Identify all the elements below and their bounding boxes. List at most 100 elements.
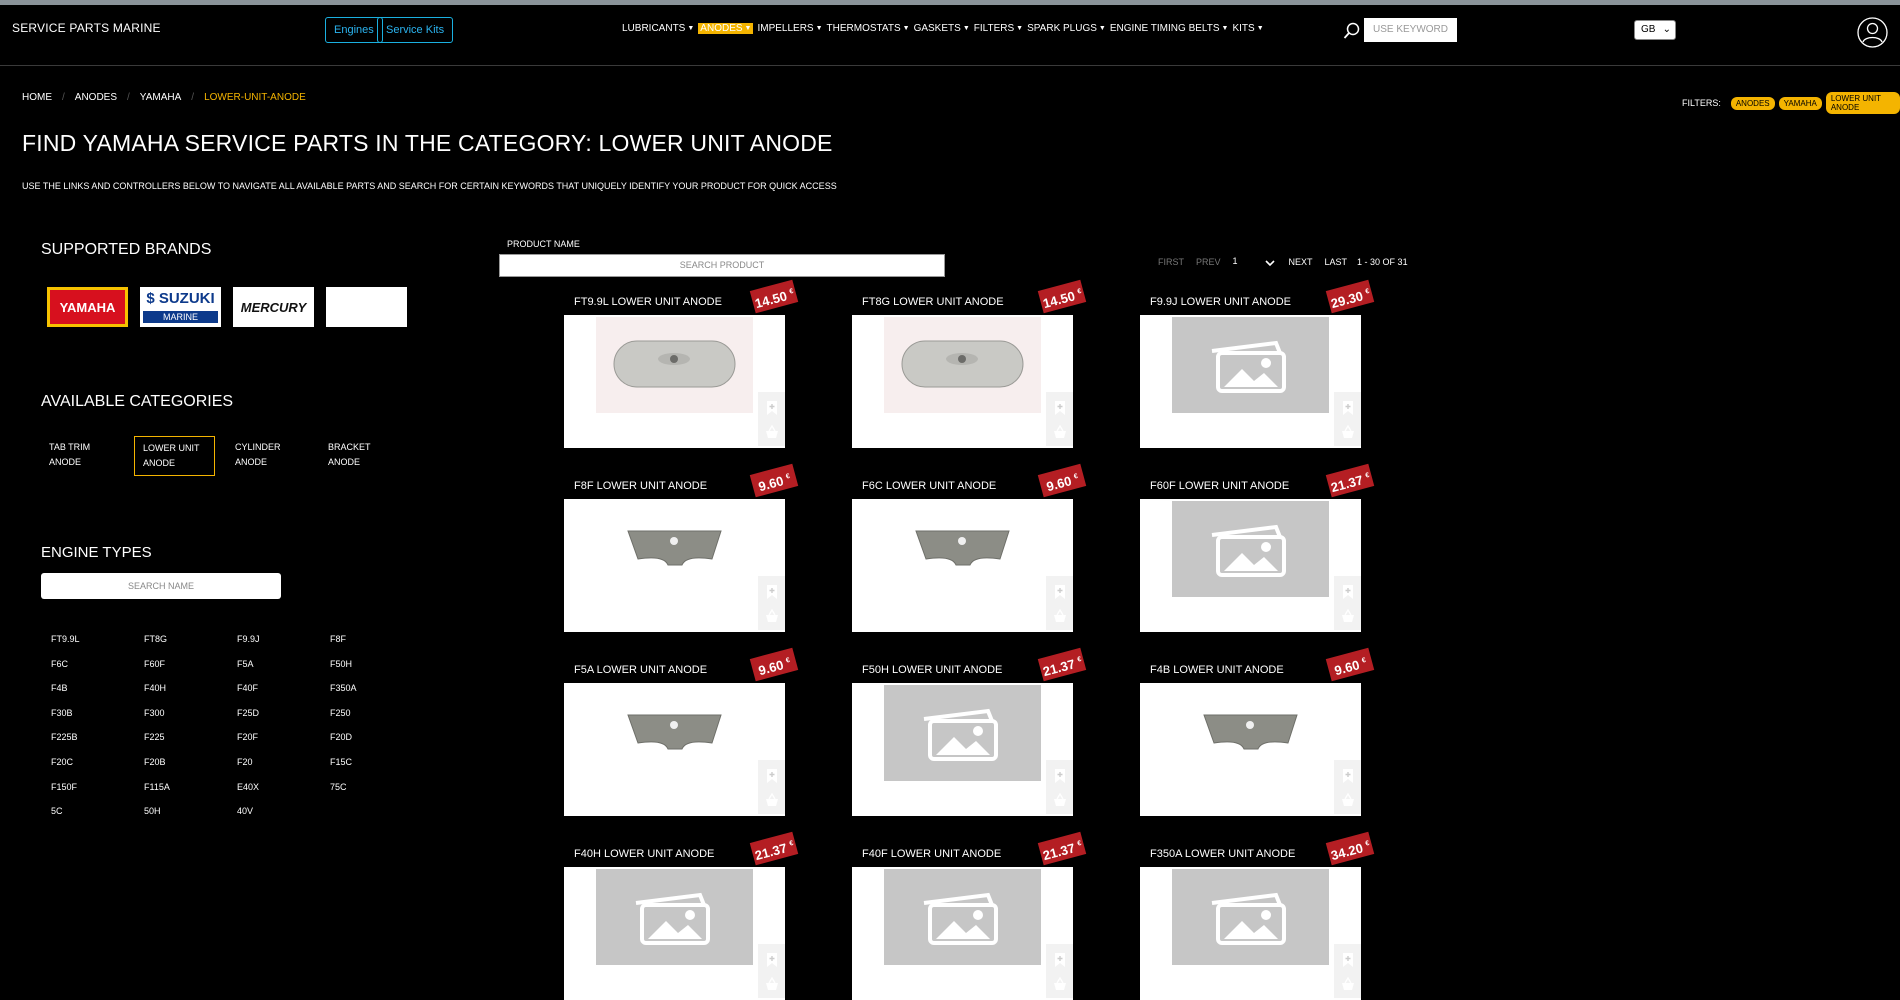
first-page-link[interactable]: FIRST (1158, 257, 1184, 267)
product-image[interactable] (596, 685, 753, 781)
engine-type-link[interactable]: FT8G (144, 634, 237, 644)
product-image-box[interactable] (1140, 683, 1361, 816)
menu-item-gaskets[interactable]: GASKETS ▼ (914, 23, 970, 34)
basket-icon[interactable] (764, 792, 780, 808)
engine-type-link[interactable]: F6C (51, 659, 144, 669)
product-image-box[interactable] (852, 683, 1073, 816)
menu-item-filters[interactable]: FILTERS ▼ (974, 23, 1023, 34)
bookmark-icon[interactable] (1052, 400, 1068, 416)
product-name[interactable]: FT9.9L LOWER UNIT ANODE (574, 296, 722, 308)
product-name[interactable]: F5A LOWER UNIT ANODE (574, 664, 707, 676)
product-image-box[interactable] (1140, 867, 1361, 1000)
product-image-box[interactable] (852, 315, 1073, 448)
menu-item-thermostats[interactable]: THERMOSTATS ▼ (827, 23, 910, 34)
basket-icon[interactable] (1340, 976, 1356, 992)
engine-type-link[interactable]: F40F (237, 683, 330, 693)
basket-icon[interactable] (1052, 792, 1068, 808)
menu-item-impellers[interactable]: IMPELLERS ▼ (757, 23, 822, 34)
product-name[interactable]: F60F LOWER UNIT ANODE (1150, 480, 1289, 492)
product-search-input[interactable]: SEARCH PRODUCT (499, 254, 945, 277)
page-select[interactable]: 1 (1233, 256, 1275, 267)
product-name[interactable]: F4B LOWER UNIT ANODE (1150, 664, 1284, 676)
blank-brand-logo[interactable] (326, 287, 407, 327)
mercury-logo[interactable]: MERCURY (233, 287, 314, 327)
engine-type-link[interactable]: 5C (51, 806, 144, 816)
engine-type-link[interactable]: F20D (330, 732, 423, 742)
product-name[interactable]: F50H LOWER UNIT ANODE (862, 664, 1002, 676)
language-select[interactable]: GB ⌄ (1634, 20, 1676, 40)
filter-chip[interactable]: YAMAHA (1778, 96, 1822, 110)
bookmark-icon[interactable] (1052, 952, 1068, 968)
category-item[interactable]: BRACKET ANODE (320, 436, 401, 476)
basket-icon[interactable] (1052, 976, 1068, 992)
breadcrumb-item[interactable]: ANODES (75, 92, 117, 103)
category-item[interactable]: LOWER UNIT ANODE (134, 436, 215, 476)
product-image-box[interactable] (564, 499, 785, 632)
engine-type-link[interactable]: 75C (330, 782, 423, 792)
bookmark-icon[interactable] (1340, 584, 1356, 600)
engine-type-link[interactable]: F20 (237, 757, 330, 767)
engine-type-link[interactable]: F20B (144, 757, 237, 767)
basket-icon[interactable] (1340, 608, 1356, 624)
bookmark-icon[interactable] (764, 952, 780, 968)
product-image[interactable] (884, 317, 1041, 413)
product-image-box[interactable] (852, 499, 1073, 632)
search-icon[interactable] (1343, 22, 1361, 40)
engine-type-link[interactable]: F9.9J (237, 634, 330, 644)
breadcrumb-item[interactable]: HOME (22, 92, 52, 103)
suzuki-logo[interactable]: $ SUZUKI MARINE (140, 287, 221, 327)
basket-icon[interactable] (1052, 424, 1068, 440)
category-item[interactable]: TAB TRIM ANODE (41, 436, 122, 476)
keyword-input[interactable]: USE KEYWORD (1364, 18, 1457, 42)
engine-type-link[interactable]: F225B (51, 732, 144, 742)
breadcrumb-item[interactable]: LOWER-UNIT-ANODE (204, 92, 306, 103)
engine-type-link[interactable]: F60F (144, 659, 237, 669)
menu-item-kits[interactable]: KITS ▼ (1232, 23, 1263, 34)
last-page-link[interactable]: LAST (1325, 257, 1348, 267)
basket-icon[interactable] (1340, 792, 1356, 808)
engine-type-link[interactable]: F30B (51, 708, 144, 718)
product-image-box[interactable] (1140, 499, 1361, 632)
engine-type-link[interactable]: 40V (237, 806, 330, 816)
basket-icon[interactable] (1340, 424, 1356, 440)
site-brand[interactable]: SERVICE PARTS MARINE (12, 21, 161, 35)
image-placeholder-icon[interactable] (596, 869, 753, 965)
engine-type-link[interactable]: 50H (144, 806, 237, 816)
product-image-box[interactable] (564, 683, 785, 816)
menu-item-anodes[interactable]: ANODES ▼ (698, 23, 754, 34)
bookmark-icon[interactable] (764, 584, 780, 600)
product-image-box[interactable] (1140, 315, 1361, 448)
engine-type-link[interactable]: F300 (144, 708, 237, 718)
bookmark-icon[interactable] (1340, 952, 1356, 968)
bookmark-icon[interactable] (1340, 768, 1356, 784)
engine-type-link[interactable]: F8F (330, 634, 423, 644)
filter-chip[interactable]: LOWER UNIT ANODE (1825, 92, 1900, 114)
product-image-box[interactable] (564, 315, 785, 448)
user-account-icon[interactable] (1857, 17, 1888, 48)
breadcrumb-item[interactable]: YAMAHA (140, 92, 182, 103)
bookmark-icon[interactable] (1052, 584, 1068, 600)
image-placeholder-icon[interactable] (1172, 501, 1329, 597)
product-name[interactable]: F8F LOWER UNIT ANODE (574, 480, 707, 492)
engine-type-link[interactable]: F225 (144, 732, 237, 742)
category-item[interactable]: CYLINDER ANODE (227, 436, 308, 476)
product-name[interactable]: F350A LOWER UNIT ANODE (1150, 848, 1295, 860)
bookmark-icon[interactable] (1052, 768, 1068, 784)
engine-type-link[interactable]: F20F (237, 732, 330, 742)
engine-type-link[interactable]: F25D (237, 708, 330, 718)
service-kits-button[interactable]: Service Kits (377, 17, 454, 43)
engine-type-link[interactable]: F4B (51, 683, 144, 693)
filter-chip[interactable]: ANODES (1730, 96, 1775, 110)
engine-type-link[interactable]: F40H (144, 683, 237, 693)
basket-icon[interactable] (764, 976, 780, 992)
bookmark-icon[interactable] (1340, 400, 1356, 416)
product-name[interactable]: F40F LOWER UNIT ANODE (862, 848, 1001, 860)
engine-type-link[interactable]: F350A (330, 683, 423, 693)
engine-type-link[interactable]: F15C (330, 757, 423, 767)
basket-icon[interactable] (764, 424, 780, 440)
yamaha-logo[interactable]: YAMAHA (47, 287, 128, 327)
engine-type-link[interactable]: F115A (144, 782, 237, 792)
menu-item-spark-plugs[interactable]: SPARK PLUGS ▼ (1027, 23, 1106, 34)
basket-icon[interactable] (1052, 608, 1068, 624)
product-image[interactable] (884, 501, 1041, 597)
